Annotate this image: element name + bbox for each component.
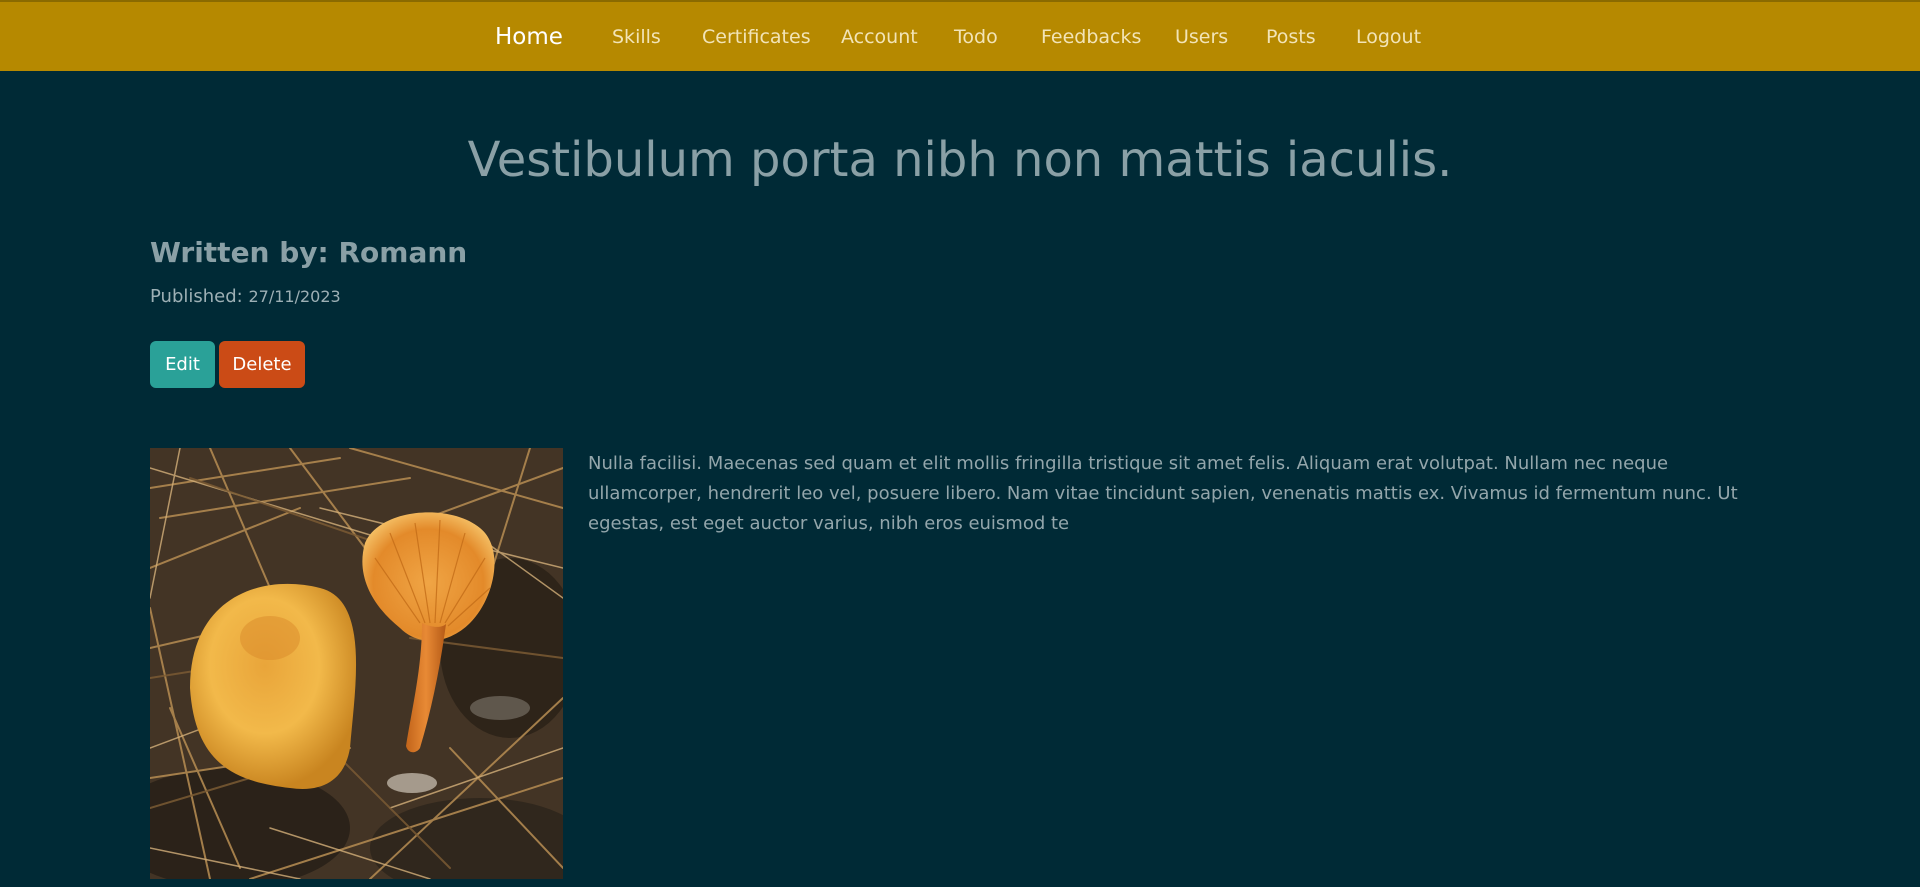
published-line: Published: 27/11/2023 [150,286,341,307]
nav-certificates-link[interactable]: Certificates [702,2,811,73]
delete-button[interactable]: Delete [219,341,305,388]
published-date: 27/11/2023 [248,287,341,306]
post-title: Vestibulum porta nibh non mattis iaculis… [467,132,1453,188]
nav-logout-link[interactable]: Logout [1356,2,1421,73]
post-author: Written by: Romann [150,236,468,269]
nav-feedbacks-link[interactable]: Feedbacks [1041,2,1141,73]
top-navbar: Home Skills Certificates Account Todo Fe… [0,0,1920,71]
nav-skills-link[interactable]: Skills [612,2,661,73]
nav-users-link[interactable]: Users [1175,2,1228,73]
nav-todo-link[interactable]: Todo [954,2,998,73]
post-body: Nulla facilisi. Maecenas sed quam et eli… [588,453,1738,534]
nav-home-link[interactable]: Home [495,2,563,73]
nav-posts-link[interactable]: Posts [1266,2,1316,73]
published-label: Published: [150,286,243,307]
nav-account-link[interactable]: Account [841,2,918,73]
post-image-mushrooms [150,448,563,879]
edit-button[interactable]: Edit [150,341,215,388]
